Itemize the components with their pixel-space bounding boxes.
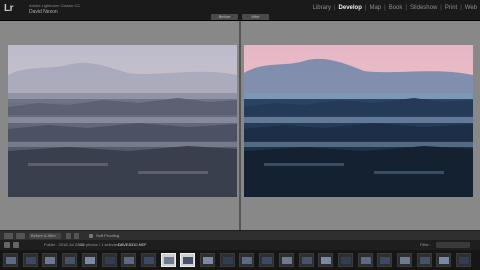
filmstrip-thumbnail[interactable]	[377, 253, 393, 267]
filmstrip-thumbnail[interactable]	[416, 253, 432, 267]
filmstrip-thumbnail[interactable]	[298, 253, 314, 267]
filmstrip-header: Folder : 2018 Jul 2016 148 photos / 1 se…	[0, 240, 480, 250]
swap-icon[interactable]	[66, 233, 71, 239]
filmstrip-thumbnail[interactable]	[121, 253, 137, 267]
filmstrip-thumbnail[interactable]	[278, 253, 294, 267]
before-label: Before	[211, 14, 238, 20]
before-after-view-button[interactable]	[16, 233, 25, 239]
filmstrip-thumbnail[interactable]	[318, 253, 334, 267]
before-image[interactable]	[8, 45, 237, 197]
lightroom-logo: Lr	[4, 3, 14, 14]
filmstrip-thumbnail[interactable]	[219, 253, 235, 267]
filmstrip-thumbnail[interactable]	[3, 253, 18, 267]
filmstrip-thumbnail[interactable]	[101, 253, 117, 267]
photo-count: 148 photos / 1 selected /	[78, 242, 122, 247]
filmstrip-thumbnail[interactable]	[62, 253, 78, 267]
filmstrip-thumbnail[interactable]	[357, 253, 373, 267]
filmstrip-thumbnail[interactable]	[22, 253, 38, 267]
filmstrip-thumbnail[interactable]	[397, 253, 412, 267]
after-image[interactable]	[244, 45, 473, 197]
filmstrip-window-icon[interactable]	[4, 242, 10, 248]
filename: DAVE8310.NEF	[118, 242, 147, 247]
filmstrip-thumbnail[interactable]	[81, 253, 97, 267]
filmstrip-thumbnail[interactable]	[239, 253, 255, 267]
filmstrip-thumbnail[interactable]	[436, 253, 452, 267]
compare-divider	[239, 21, 241, 230]
module-develop[interactable]: Develop	[338, 5, 363, 11]
module-slideshow[interactable]: Slideshow	[409, 5, 438, 11]
brand-line-2: David Nexon	[29, 9, 58, 15]
loupe-view-button[interactable]	[4, 233, 13, 239]
filter-label: Filter :	[420, 242, 432, 247]
filter-select[interactable]	[436, 242, 470, 248]
top-bar: Lr Adobe Lightroom Classic CC David Nexo…	[0, 0, 480, 21]
module-picker: Library | Develop | Map | Book | Slideshow | …	[312, 5, 478, 11]
view-mode-label: Before & After	[31, 233, 56, 238]
filmstrip-thumbnail[interactable]	[42, 253, 58, 267]
filmstrip-thumbnail[interactable]	[180, 253, 196, 267]
filmstrip-thumbnail[interactable]	[160, 253, 176, 267]
filmstrip	[0, 250, 480, 270]
module-web[interactable]: Web	[464, 5, 478, 11]
module-print[interactable]: Print	[444, 5, 458, 11]
filmstrip-thumbnail[interactable]	[456, 253, 472, 267]
filmstrip-grid-icon[interactable]	[13, 242, 19, 248]
filmstrip-thumbnail[interactable]	[200, 253, 215, 267]
module-map[interactable]: Map	[368, 5, 382, 11]
module-book[interactable]: Book	[388, 5, 404, 11]
soft-proofing-checkbox[interactable]	[89, 234, 93, 238]
filmstrip-thumbnail[interactable]	[140, 253, 156, 267]
module-library[interactable]: Library	[312, 5, 332, 11]
filmstrip-thumbnail[interactable]	[337, 253, 353, 267]
filmstrip-thumbnail[interactable]	[259, 253, 275, 267]
brand-line-1: Adobe Lightroom Classic CC	[29, 3, 81, 8]
soft-proofing-label: Soft Proofing	[96, 233, 120, 238]
copy-settings-icon[interactable]	[74, 233, 79, 239]
after-label: After	[242, 14, 269, 20]
